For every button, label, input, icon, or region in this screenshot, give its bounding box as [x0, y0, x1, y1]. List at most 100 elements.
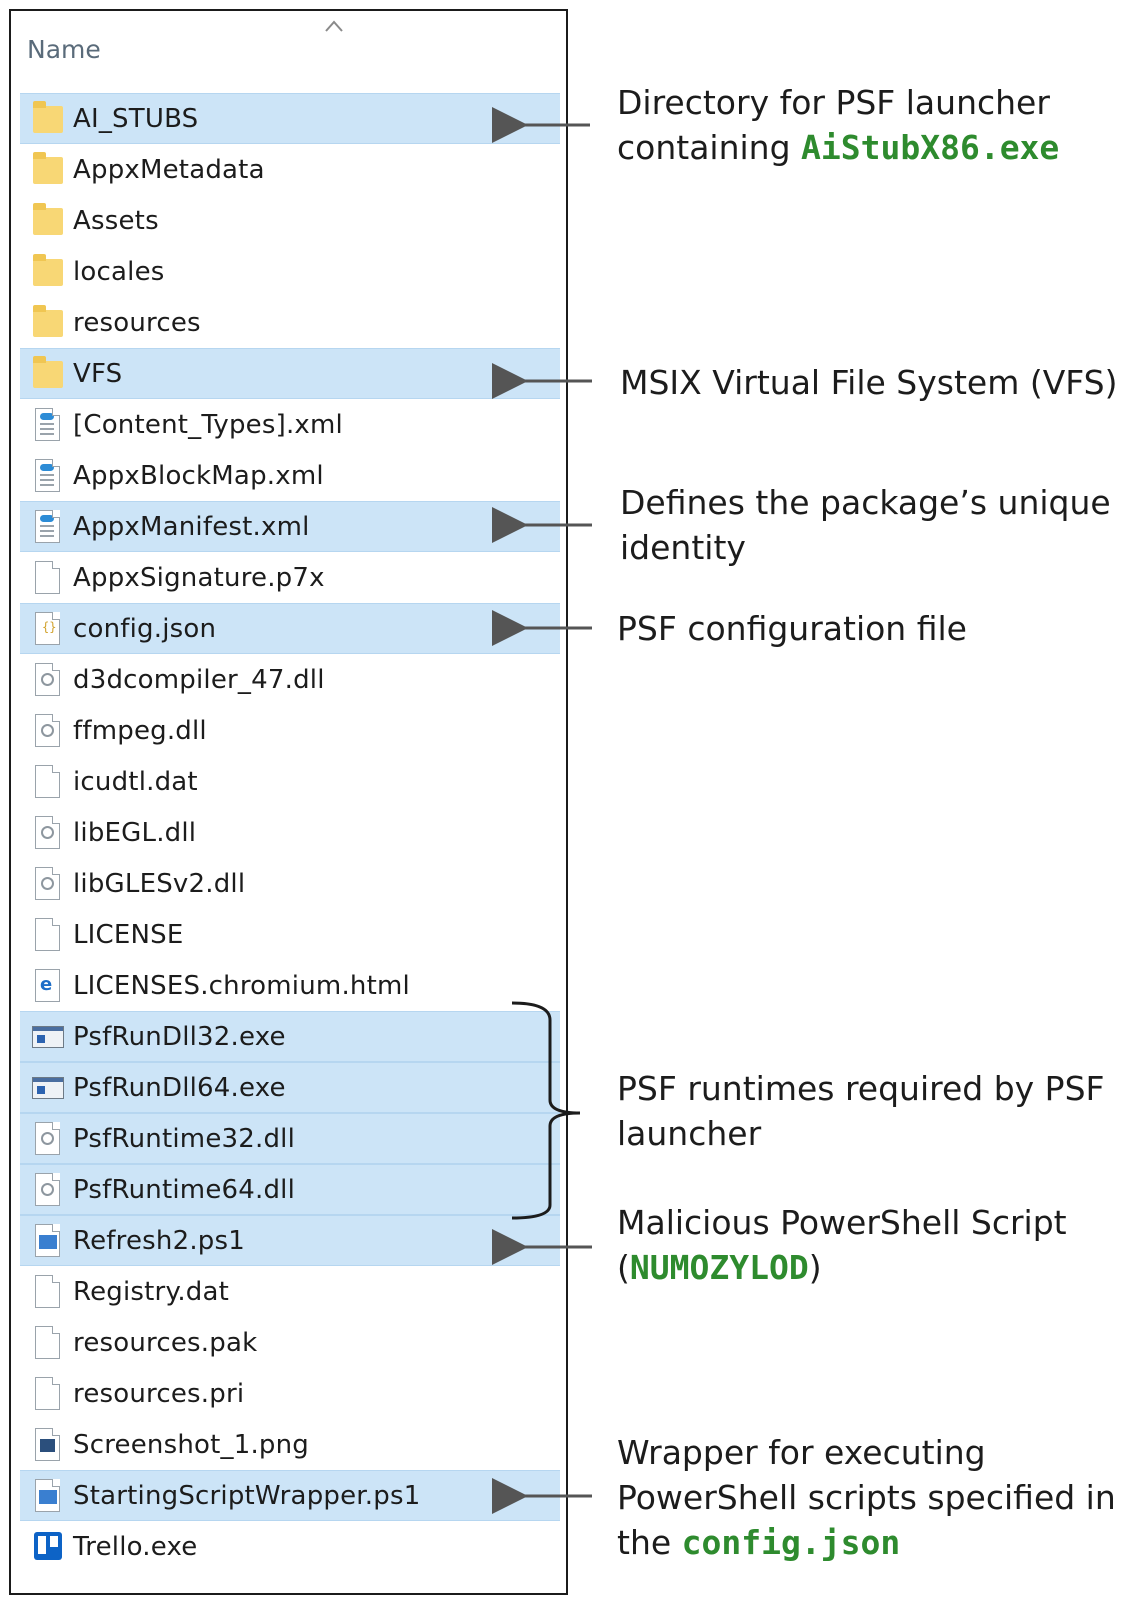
file-row[interactable]: Screenshot_1.png — [20, 1419, 560, 1470]
folder-icon — [31, 355, 65, 392]
annotation-vfs-line1: MSIX Virtual File System (VFS) — [620, 363, 1118, 402]
file-name: icudtl.dat — [73, 766, 198, 797]
annotation-ai-stubs-code: AiStubX86.exe — [801, 128, 1060, 167]
image-file-icon — [31, 1427, 65, 1463]
file-row[interactable]: [Content_Types].xml — [20, 399, 560, 450]
file-name: locales — [73, 256, 165, 287]
folder-icon — [31, 253, 65, 290]
file-name: AppxMetadata — [73, 154, 265, 185]
file-row[interactable]: {} config.json — [20, 603, 560, 654]
annotation-manifest-line2: identity — [620, 528, 746, 567]
file-row[interactable]: Trello.exe — [20, 1521, 560, 1572]
file-name: AI_STUBS — [73, 103, 199, 134]
file-name: resources.pri — [73, 1378, 245, 1409]
dll-file-icon — [31, 1121, 65, 1157]
file-name: PsfRuntime64.dll — [73, 1174, 296, 1205]
file-name: d3dcompiler_47.dll — [73, 664, 325, 695]
file-name: libEGL.dll — [73, 817, 197, 848]
file-row[interactable]: libGLESv2.dll — [20, 858, 560, 909]
file-row[interactable]: PsfRuntime64.dll — [20, 1164, 560, 1215]
file-name: PsfRuntime32.dll — [73, 1123, 296, 1154]
file-row[interactable]: LICENSE — [20, 909, 560, 960]
annotation-runtimes-line1: PSF runtimes required by PSF — [617, 1069, 1105, 1108]
blank-file-icon — [31, 1274, 65, 1310]
file-row[interactable]: d3dcompiler_47.dll — [20, 654, 560, 705]
annotation-config: PSF configuration file — [617, 606, 967, 651]
file-row[interactable]: Registry.dat — [20, 1266, 560, 1317]
annotation-wrapper: Wrapper for executing PowerShell scripts… — [617, 1430, 1116, 1565]
file-row[interactable]: StartingScriptWrapper.ps1 — [20, 1470, 560, 1521]
file-row[interactable]: AppxSignature.p7x — [20, 552, 560, 603]
file-row[interactable]: AppxBlockMap.xml — [20, 450, 560, 501]
annotation-manifest-line1: Defines the package’s unique — [620, 483, 1111, 522]
file-row[interactable]: AppxManifest.xml — [20, 501, 560, 552]
file-name: VFS — [73, 358, 123, 389]
file-row[interactable]: ffmpeg.dll — [20, 705, 560, 756]
file-row[interactable]: resources.pri — [20, 1368, 560, 1419]
file-name: StartingScriptWrapper.ps1 — [73, 1480, 421, 1511]
annotation-manifest: Defines the package’s unique identity — [620, 480, 1111, 570]
file-name: AppxManifest.xml — [73, 511, 310, 542]
file-name: PsfRunDll32.exe — [73, 1021, 286, 1052]
json-file-icon: {} — [31, 611, 65, 647]
xml-file-icon — [31, 509, 65, 545]
file-name: Registry.dat — [73, 1276, 230, 1307]
file-row[interactable]: VFS — [20, 348, 560, 399]
annotation-refresh-line1: Malicious PowerShell Script — [617, 1203, 1067, 1242]
file-name: ffmpeg.dll — [73, 715, 207, 746]
folder-icon — [31, 151, 65, 188]
file-row[interactable]: AppxMetadata — [20, 144, 560, 195]
file-name: [Content_Types].xml — [73, 409, 343, 440]
file-list: AI_STUBS AppxMetadata Assets locales resourc… — [20, 93, 560, 1572]
xml-file-icon — [31, 458, 65, 494]
file-row[interactable]: resources — [20, 297, 560, 348]
blank-file-icon — [31, 1376, 65, 1412]
name-column-header[interactable]: Name — [27, 35, 101, 64]
file-row[interactable]: PsfRunDll32.exe — [20, 1011, 560, 1062]
file-name: resources — [73, 307, 201, 338]
file-row[interactable]: AI_STUBS — [20, 93, 560, 144]
annotation-wrapper-prefix: the — [617, 1523, 682, 1562]
annotation-refresh-close: ) — [808, 1248, 822, 1287]
file-name: Refresh2.ps1 — [73, 1225, 245, 1256]
dll-file-icon — [31, 866, 65, 902]
file-name: libGLESv2.dll — [73, 868, 246, 899]
file-name: Screenshot_1.png — [73, 1429, 310, 1460]
blank-file-icon — [31, 1325, 65, 1361]
annotation-ai-stubs: Directory for PSF launcher containing Ai… — [617, 80, 1059, 170]
html-file-icon: e — [31, 968, 65, 1004]
file-name: AppxBlockMap.xml — [73, 460, 324, 491]
exe-file-icon — [31, 1070, 65, 1106]
blank-file-icon — [31, 917, 65, 953]
dll-file-icon — [31, 713, 65, 749]
file-row[interactable]: PsfRuntime32.dll — [20, 1113, 560, 1164]
folder-icon — [31, 100, 65, 137]
file-row[interactable]: icudtl.dat — [20, 756, 560, 807]
folder-icon — [31, 202, 65, 239]
file-row[interactable]: PsfRunDll64.exe — [20, 1062, 560, 1113]
exe-file-icon — [31, 1019, 65, 1055]
file-row[interactable]: Refresh2.ps1 — [20, 1215, 560, 1266]
blank-file-icon — [31, 560, 65, 596]
file-list-panel: Name AI_STUBS AppxMetadata Assets locales re… — [9, 9, 568, 1595]
annotation-runtimes: PSF runtimes required by PSF launcher — [617, 1066, 1105, 1156]
file-row[interactable]: e LICENSES.chromium.html — [20, 960, 560, 1011]
annotation-config-line1: PSF configuration file — [617, 609, 967, 648]
annotation-refresh-open: ( — [617, 1248, 630, 1287]
file-name: Trello.exe — [73, 1531, 198, 1562]
file-row[interactable]: libEGL.dll — [20, 807, 560, 858]
annotation-runtimes-line2: launcher — [617, 1114, 762, 1153]
sort-ascending-icon[interactable] — [324, 19, 344, 33]
file-row[interactable]: Assets — [20, 195, 560, 246]
dll-file-icon — [31, 662, 65, 698]
annotation-wrapper-line2: PowerShell scripts specified in — [617, 1478, 1116, 1517]
trello-icon — [31, 1529, 65, 1565]
annotation-wrapper-code: config.json — [681, 1523, 901, 1562]
file-row[interactable]: locales — [20, 246, 560, 297]
xml-file-icon — [31, 407, 65, 443]
file-name: AppxSignature.p7x — [73, 562, 325, 593]
file-name: Assets — [73, 205, 159, 236]
dll-file-icon — [31, 1172, 65, 1208]
dll-file-icon — [31, 815, 65, 851]
file-row[interactable]: resources.pak — [20, 1317, 560, 1368]
